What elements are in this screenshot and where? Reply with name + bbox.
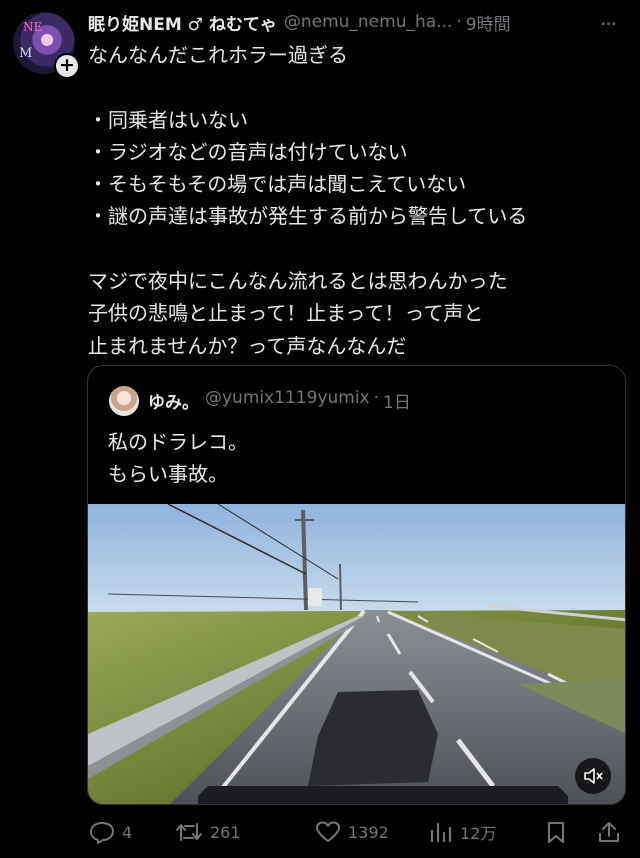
author-handle[interactable]: @nemu_nemu_ha...: [284, 12, 453, 32]
like-icon: [316, 821, 340, 842]
like-count: 1392: [348, 822, 389, 842]
tweet-timestamp[interactable]: 9時間: [466, 10, 511, 35]
tweet-header: 眠り姫NEM ♂ ねむてゃ @nemu_nemu_ha... · 9時間: [88, 9, 511, 35]
retweet-button[interactable]: 261: [174, 815, 241, 849]
tweet-line: 子供の悲鳴と止まって！止まって！って声と: [88, 301, 484, 326]
quote-header: ゆみ。 @yumix1119yumix · 1日: [148, 388, 411, 413]
tweet-text: なんなんだこれホラー過ぎる ・同乗者はいない ・ラジオなどの音声は付けていない …: [88, 39, 628, 362]
views-button[interactable]: 12万: [428, 815, 496, 849]
share-icon: [599, 822, 619, 842]
reply-icon: [90, 822, 114, 844]
tweet-line: [88, 233, 628, 265]
share-button[interactable]: [596, 815, 628, 849]
tweet-line: ・同乗者はいない: [88, 107, 248, 132]
quote-author-handle[interactable]: @yumix1119yumix: [205, 388, 370, 413]
avatar-lettering-top: NE: [23, 20, 43, 34]
tweet-line: マジで夜中にこんなん流れるとは思わんかった: [88, 269, 508, 294]
quote-line: 私のドラレコ。: [108, 430, 248, 454]
retweet-count: 261: [210, 822, 241, 842]
follow-plus-icon[interactable]: +: [54, 53, 80, 79]
quote-separator-dot: ·: [373, 388, 380, 408]
mute-icon[interactable]: [575, 758, 611, 794]
tweet-line: ・ラジオなどの音声は付けていない: [88, 139, 408, 164]
tweet-line: 止まれませんか？って声なんなんだ: [88, 333, 407, 358]
quote-author-avatar[interactable]: [109, 386, 139, 416]
tweet-actions: 4 261 1392 12万: [88, 815, 628, 849]
reply-count: 4: [122, 822, 133, 842]
more-icon[interactable]: ···: [600, 12, 626, 36]
quote-text: 私のドラレコ。 もらい事故。: [108, 426, 248, 490]
dashcam-video[interactable]: [88, 504, 625, 804]
tweet-line: ・謎の声達は事故が発生する前から警告している: [88, 204, 528, 229]
bookmark-icon: [548, 822, 564, 843]
tweet-line: [88, 71, 628, 103]
quoted-tweet[interactable]: ゆみ。 @yumix1119yumix · 1日 私のドラレコ。 もらい事故。: [87, 365, 626, 805]
reply-button[interactable]: 4: [88, 815, 132, 849]
views-icon: [430, 822, 452, 843]
bookmark-button[interactable]: [544, 815, 574, 849]
like-button[interactable]: 1392: [314, 815, 389, 849]
views-count: 12万: [460, 824, 497, 843]
author-name[interactable]: 眠り姫NEM ♂ ねむてゃ: [88, 10, 277, 35]
avatar-lettering-bottom: M: [19, 46, 33, 61]
tweet-line: なんなんだこれホラー過ぎる: [88, 43, 348, 67]
quote-timestamp[interactable]: 1日: [383, 388, 411, 413]
tweet-line: ・そもそもその場では声は聞こえていない: [88, 172, 467, 197]
dashcam-video-frame: [88, 504, 625, 804]
quote-line: もらい事故。: [108, 462, 228, 486]
retweet-icon: [176, 823, 202, 841]
quote-author-name[interactable]: ゆみ。: [148, 388, 199, 413]
separator-dot: ·: [456, 12, 462, 32]
